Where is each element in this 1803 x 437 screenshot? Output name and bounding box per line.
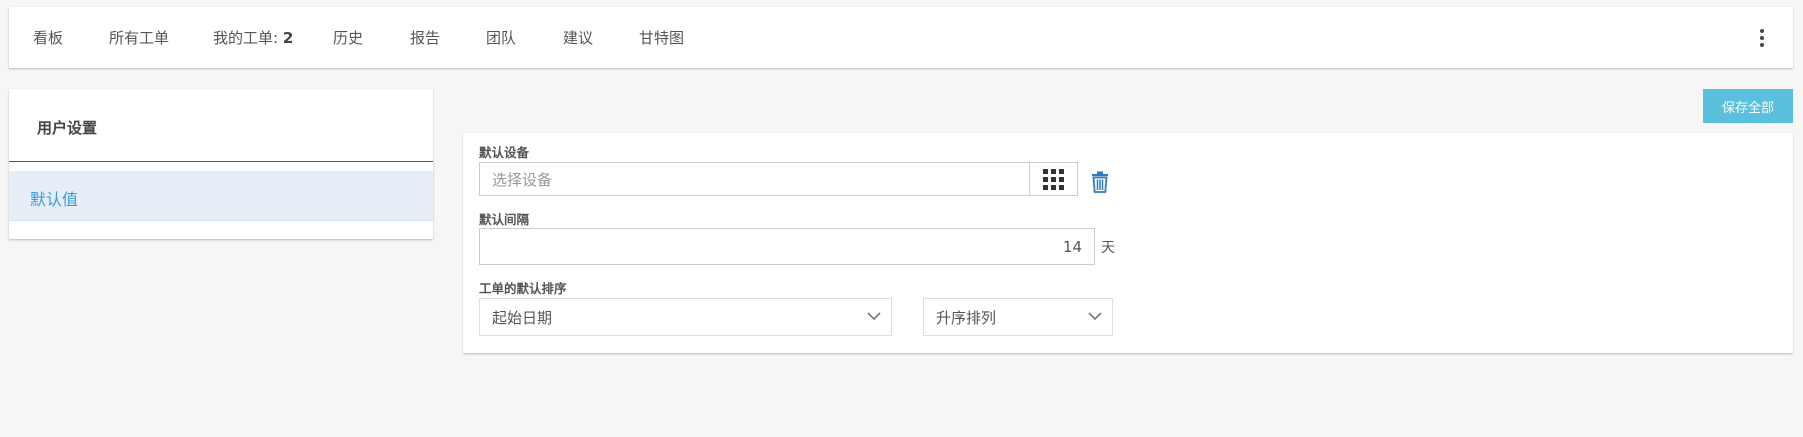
divider (9, 161, 433, 162)
tab-history[interactable]: 历史 (333, 27, 363, 48)
save-all-button[interactable]: 保存全部 (1703, 89, 1793, 123)
device-select-input[interactable]: 选择设备 (479, 162, 1030, 196)
tab-all-work-orders[interactable]: 所有工单 (109, 27, 169, 48)
sort-field-value: 起始日期 (492, 308, 553, 327)
vertical-dots-icon[interactable] (1757, 29, 1767, 47)
default-sort-label: 工单的默认排序 (479, 281, 567, 296)
defaults-form-card: 默认设备 选择设备 默认间隔 14 天 工单的默认排序 起始日期 升序排列 (463, 133, 1793, 353)
tab-my-work-orders[interactable]: 我的工单: 2 (213, 27, 293, 48)
chevron-down-icon (1088, 312, 1102, 321)
top-nav: 看板 所有工单 我的工单: 2 历史 报告 团队 建议 甘特图 (9, 7, 1793, 68)
sort-order-select[interactable]: 升序排列 (923, 298, 1113, 336)
sort-order-value: 升序排列 (936, 308, 997, 327)
chevron-down-icon (867, 312, 881, 321)
interval-unit: 天 (1101, 240, 1115, 256)
sort-field-select[interactable]: 起始日期 (479, 298, 892, 336)
my-work-orders-count: 2 (282, 29, 294, 47)
trash-icon[interactable] (1091, 171, 1109, 193)
default-device-label: 默认设备 (479, 145, 530, 160)
grid-icon[interactable] (1029, 162, 1078, 196)
default-interval-label: 默认间隔 (479, 212, 530, 227)
settings-title: 用户设置 (37, 119, 98, 137)
interval-input[interactable]: 14 (479, 228, 1095, 265)
sidebar-item-defaults[interactable]: 默认值 (9, 171, 433, 221)
tab-suggestions[interactable]: 建议 (563, 27, 593, 48)
tab-gantt[interactable]: 甘特图 (639, 27, 684, 48)
settings-sidebar: 用户设置 默认值 (9, 89, 433, 239)
tab-kanban[interactable]: 看板 (33, 27, 63, 48)
tab-my-work-orders-label: 我的工单: (213, 29, 283, 47)
tab-team[interactable]: 团队 (486, 27, 516, 48)
tab-reports[interactable]: 报告 (410, 27, 440, 48)
